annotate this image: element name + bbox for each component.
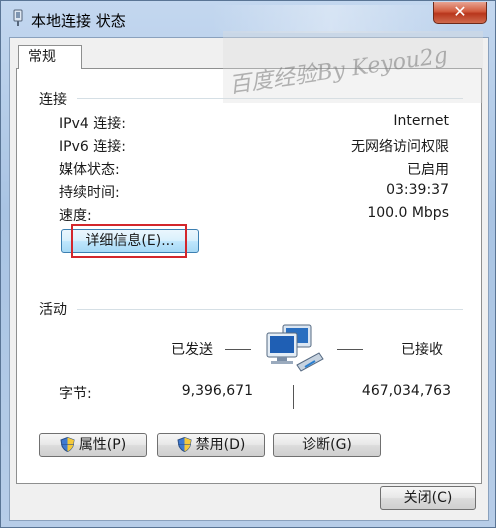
activity-group-divider	[77, 309, 463, 310]
uac-shield-icon	[60, 437, 75, 452]
tab-panel-general: 连接 IPv4 连接: Internet IPv6 连接: 无网络访问权限 媒体…	[16, 68, 482, 484]
row-duration: 持续时间: 03:39:37	[59, 182, 449, 202]
duration-label: 持续时间:	[59, 185, 120, 201]
activity-group-label: 活动	[39, 302, 67, 318]
window-frame: 本地连接 状态 ✕ 常规 连接 IPv4 连接: Internet IPv6 连…	[0, 0, 496, 528]
duration-value: 03:39:37	[386, 182, 449, 198]
disable-button[interactable]: 禁用(D)	[157, 433, 265, 457]
bytes-received-value: 467,034,763	[361, 383, 451, 399]
tab-general[interactable]: 常规	[18, 45, 82, 69]
row-speed: 速度: 100.0 Mbps	[59, 205, 449, 225]
speed-label: 速度:	[59, 208, 92, 224]
ipv4-label: IPv4 连接:	[59, 116, 126, 132]
speed-value: 100.0 Mbps	[367, 205, 449, 221]
received-dash	[337, 349, 363, 350]
connection-group-label: 连接	[39, 92, 67, 108]
media-state-value: 已启用	[407, 162, 449, 178]
ipv6-label: IPv6 连接:	[59, 139, 126, 155]
bytes-sent-value: 9,396,671	[181, 383, 253, 399]
row-media-state: 媒体状态: 已启用	[59, 159, 449, 179]
row-ipv6: IPv6 连接: 无网络访问权限	[59, 136, 449, 156]
ipv6-value: 无网络访问权限	[351, 139, 449, 155]
highlight-annotation	[71, 224, 187, 258]
close-icon: ✕	[453, 2, 467, 21]
uac-shield-icon	[177, 437, 192, 452]
diagnose-button[interactable]: 诊断(G)	[273, 433, 381, 457]
window-close-button[interactable]: ✕	[433, 2, 487, 24]
ipv4-value: Internet	[393, 113, 449, 129]
received-label: 已接收	[401, 342, 443, 358]
sent-label: 已发送	[171, 342, 213, 358]
close-button[interactable]: 关闭(C)	[380, 486, 476, 510]
row-ipv4: IPv4 连接: Internet	[59, 113, 449, 133]
properties-label: 属性(P)	[78, 437, 127, 453]
network-computers-icon	[266, 324, 324, 372]
sent-dash	[225, 349, 251, 350]
disable-label: 禁用(D)	[195, 437, 246, 453]
network-connection-icon	[13, 9, 23, 26]
media-state-label: 媒体状态:	[59, 162, 120, 178]
window-title: 本地连接 状态	[31, 12, 126, 30]
activity-divider	[293, 385, 294, 409]
bytes-label: 字节:	[59, 386, 92, 402]
properties-button[interactable]: 属性(P)	[39, 433, 147, 457]
